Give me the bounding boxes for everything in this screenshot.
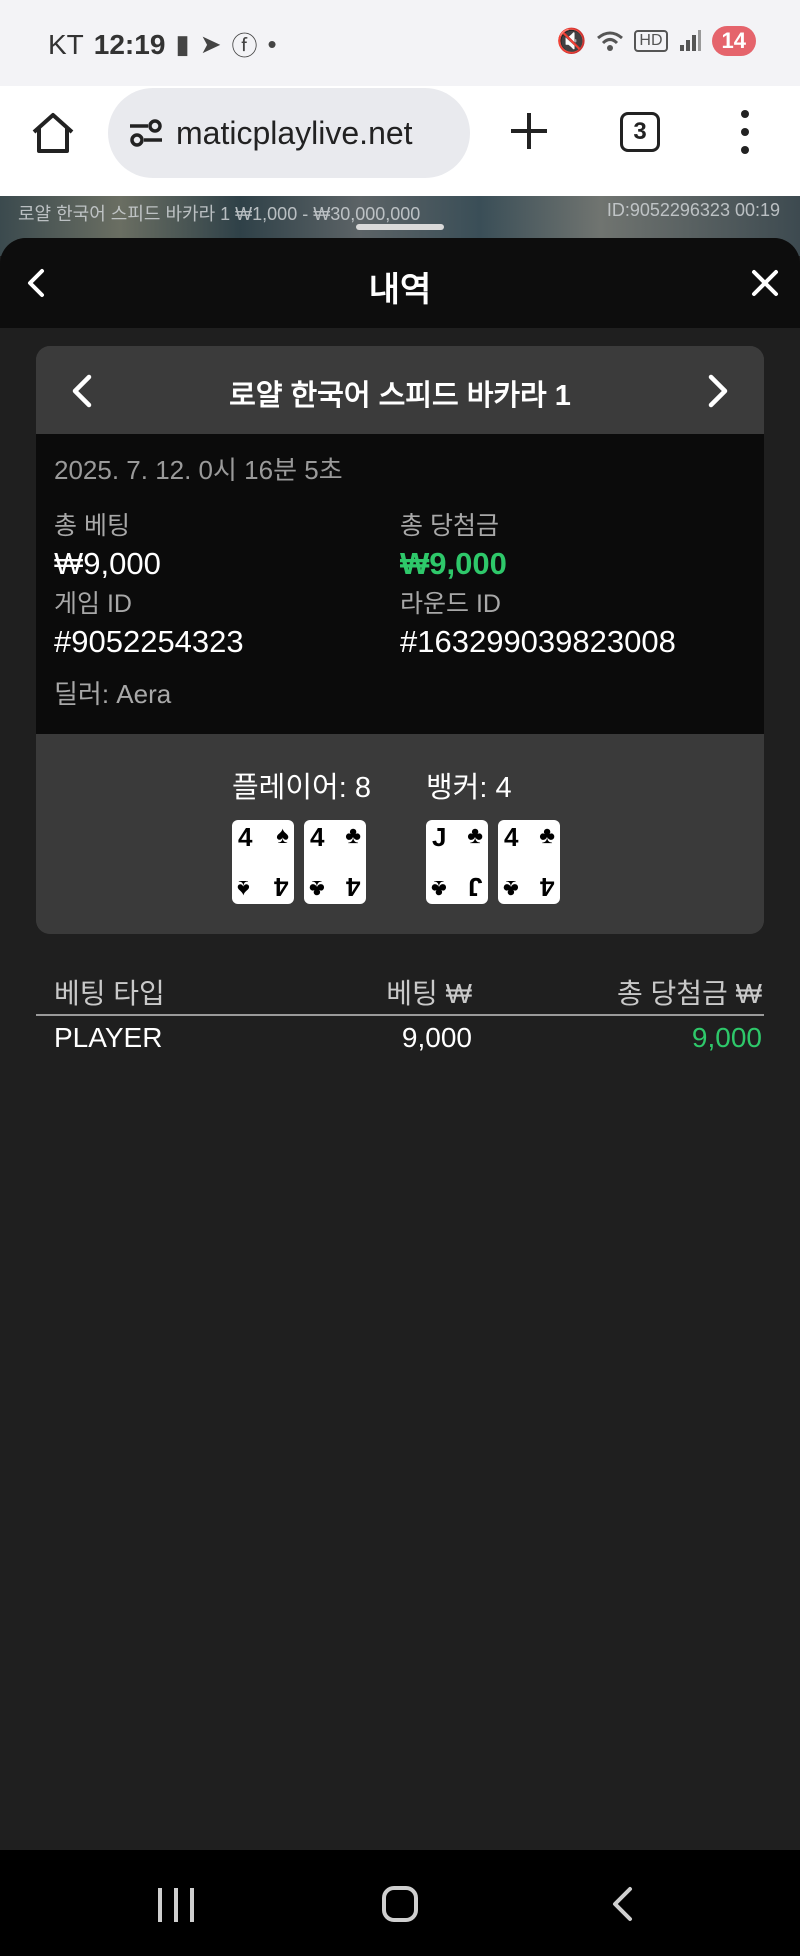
bet-amount-header: 베팅 ₩	[386, 978, 472, 1009]
round-id-value: #163299039823008	[400, 624, 676, 659]
url-text[interactable]: maticplaylive.net	[176, 115, 413, 152]
facebook-icon: ⓕ	[231, 31, 258, 61]
bets-table-header: 베팅 타입 베팅 ₩ 총 당첨금 ₩	[36, 968, 764, 1016]
dot-icon: •	[267, 29, 277, 59]
clock: 12:19	[93, 28, 166, 60]
system-navigation-bar	[0, 1850, 800, 1956]
game-navigator: 로얄 한국어 스피드 바카라 1	[36, 346, 764, 434]
screen: KT 12:19 ▮ ➤ ⓕ • 🔇 HD 14 maticplaylive.n…	[0, 0, 800, 1956]
table-row: PLAYER 9,000 9,000	[36, 1016, 764, 1064]
wifi-icon	[597, 31, 624, 51]
total-bet-label: 총 베팅	[54, 512, 130, 540]
round-datetime: 2025. 7. 12. 0시 16분 5초	[54, 455, 343, 485]
table-info: 로얄 한국어 스피드 바카라 1 ₩1,000 - ₩30,000,000	[18, 204, 421, 224]
site-settings-icon[interactable]	[126, 113, 166, 153]
menu-dots-icon[interactable]	[730, 106, 760, 158]
round-result: 플레이어: 8 4 ♠ 4 ♠ 4 ♣ 4 ♣ 뱅커: 4 J ♣ J ♣ 4 …	[36, 734, 764, 934]
game-id-timer: ID:9052296323 00:19	[606, 200, 780, 220]
win-amount-cell: 9,000	[691, 1022, 762, 1053]
win-amount-header: 총 당첨금 ₩	[616, 978, 762, 1009]
player-hand: 플레이어: 8 4 ♠ 4 ♠ 4 ♣ 4 ♣	[232, 764, 371, 904]
round-card: 로얄 한국어 스피드 바카라 1 2025. 7. 12. 0시 16분 5초 …	[36, 346, 764, 934]
banker-score: 뱅커: 4	[426, 772, 512, 804]
status-left: KT 12:19 ▮ ➤ ⓕ •	[48, 26, 277, 63]
panel-header: 내역	[0, 238, 800, 328]
close-icon[interactable]	[750, 268, 780, 298]
playing-card: 4 ♣ 4 ♣	[498, 820, 560, 904]
bets-table: 베팅 타입 베팅 ₩ 총 당첨금 ₩ PLAYER 9,000 9,000	[36, 968, 764, 1064]
game-id-value: #9052254323	[54, 624, 244, 659]
status-bar: KT 12:19 ▮ ➤ ⓕ • 🔇 HD 14	[0, 0, 800, 86]
game-id: 게임 ID #9052254323	[54, 584, 244, 660]
carrier-label: KT	[48, 28, 84, 60]
battery-indicator: 14	[711, 26, 756, 56]
bet-amount-cell: 9,000	[401, 1022, 472, 1053]
browser-toolbar: maticplaylive.net 3	[0, 86, 800, 196]
status-right: 🔇 HD 14	[557, 26, 756, 56]
battery-alert-icon: ▮	[175, 29, 190, 59]
game-id-label: 게임 ID	[54, 590, 132, 618]
home-button-icon[interactable]	[382, 1886, 418, 1922]
new-tab-icon[interactable]	[504, 106, 554, 156]
total-win-value: ₩9,000	[400, 546, 507, 581]
playing-card: 4 ♣ 4 ♣	[304, 820, 366, 904]
mute-icon: 🔇	[556, 27, 587, 55]
playing-card: 4 ♠ 4 ♠	[232, 820, 294, 904]
address-bar[interactable]: maticplaylive.net	[108, 88, 470, 178]
bet-type-header: 베팅 타입	[54, 978, 165, 1009]
signal-icon	[679, 30, 701, 51]
total-win-label: 총 당첨금	[400, 512, 499, 540]
banker-hand: 뱅커: 4 J ♣ J ♣ 4 ♣ 4 ♣	[426, 764, 560, 904]
drag-handle[interactable]	[356, 224, 444, 230]
next-round-icon[interactable]	[706, 374, 730, 408]
round-id-label: 라운드 ID	[400, 590, 501, 618]
telegram-icon: ➤	[199, 29, 222, 59]
home-icon[interactable]	[28, 108, 78, 158]
total-bet: 총 베팅 ₩9,000	[54, 506, 161, 582]
player-cards: 4 ♠ 4 ♠ 4 ♣ 4 ♣	[232, 820, 371, 904]
game-name: 로얄 한국어 스피드 바카라 1	[229, 380, 571, 412]
round-details: 2025. 7. 12. 0시 16분 5초 총 베팅 ₩9,000 총 당첨금…	[36, 434, 764, 734]
player-score: 플레이어: 8	[232, 772, 371, 804]
dealer-name: 딜러: Aera	[54, 679, 172, 709]
total-win: 총 당첨금 ₩9,000	[400, 506, 507, 582]
system-back-icon[interactable]	[610, 1886, 634, 1922]
history-panel: 내역 로얄 한국어 스피드 바카라 1 2025. 7. 12. 0시 16분 …	[0, 238, 800, 1850]
round-id: 라운드 ID #163299039823008	[400, 584, 676, 660]
bet-type-cell: PLAYER	[54, 1022, 163, 1053]
recent-apps-icon[interactable]	[158, 1888, 194, 1922]
total-bet-value: ₩9,000	[54, 546, 161, 581]
hd-icon: HD	[634, 30, 668, 52]
panel-title: 내역	[368, 271, 432, 309]
playing-card: J ♣ J ♣	[426, 820, 488, 904]
banker-cards: J ♣ J ♣ 4 ♣ 4 ♣	[426, 820, 560, 904]
tab-switcher-button[interactable]: 3	[620, 112, 660, 152]
